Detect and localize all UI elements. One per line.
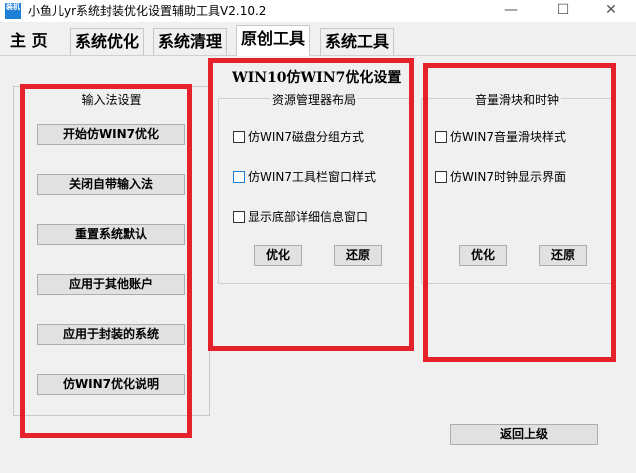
- minimize-button[interactable]: —: [488, 0, 534, 22]
- red-highlight-volume: [423, 63, 616, 362]
- tab-system-optimize[interactable]: 系统优化: [70, 28, 145, 55]
- tab-home[interactable]: 主 页: [6, 28, 52, 55]
- tab-bar: 主 页 系统优化 系统清理 原创工具 系统工具: [0, 22, 636, 56]
- tab-system-tools[interactable]: 系统工具: [320, 28, 395, 55]
- title-bar: 装机 小鱼儿yr系统封装优化设置辅助工具V2.10.2 — ☐ ✕: [0, 0, 636, 22]
- close-button[interactable]: ✕: [588, 0, 634, 22]
- tab-system-clean[interactable]: 系统清理: [153, 28, 228, 55]
- back-button[interactable]: 返回上级: [450, 424, 598, 445]
- maximize-button[interactable]: ☐: [540, 0, 586, 22]
- red-highlight-ime: [20, 84, 192, 438]
- red-highlight-explorer: [208, 58, 414, 351]
- window-title: 小鱼儿yr系统封装优化设置辅助工具V2.10.2: [28, 4, 267, 18]
- app-icon: 装机: [5, 3, 21, 19]
- tab-original-tools[interactable]: 原创工具: [236, 25, 311, 56]
